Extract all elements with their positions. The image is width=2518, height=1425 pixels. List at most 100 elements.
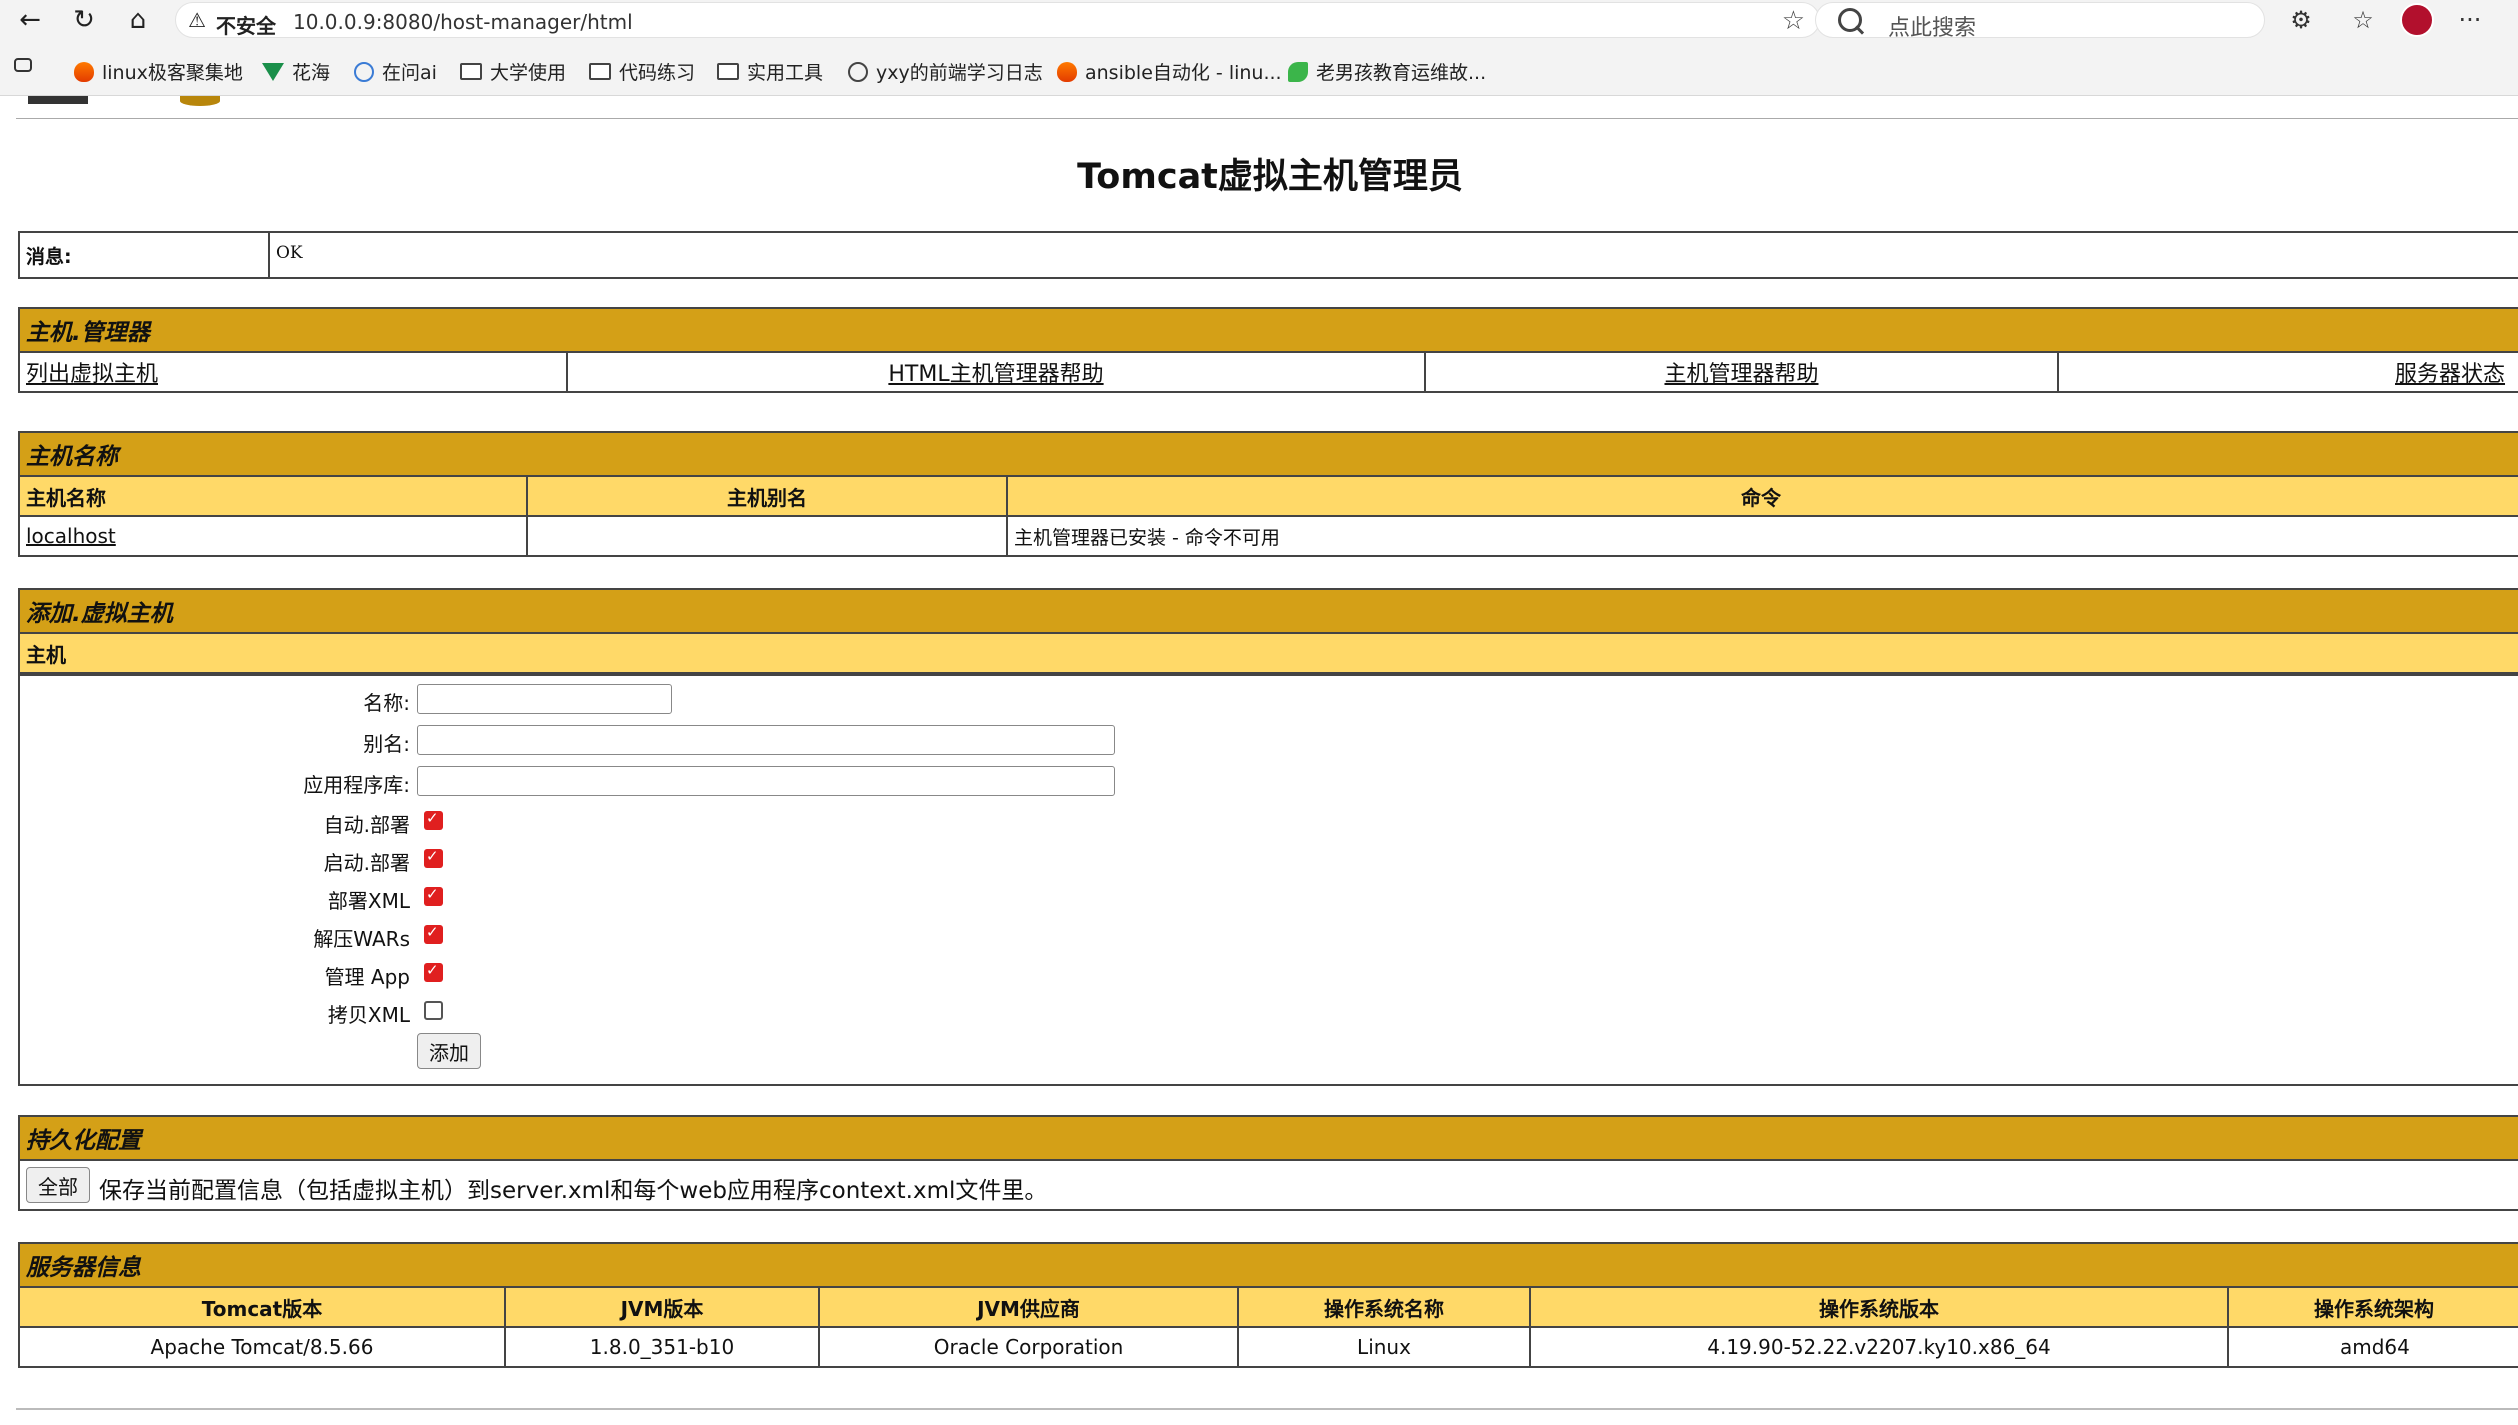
html-help-link[interactable]: HTML主机管理器帮助 xyxy=(888,362,1103,387)
column-header: Tomcat版本 xyxy=(18,1286,506,1328)
manager-app-checkbox[interactable] xyxy=(424,961,443,982)
bookmark-label: ansible自动化 - linu... xyxy=(1085,62,1282,84)
bookmark-item[interactable]: 在问ai xyxy=(354,58,437,85)
host-list-table: 主机名称 主机名称 主机别名 命令 localhost 主机管理器已安装 - 命… xyxy=(18,431,2518,557)
url-text[interactable]: 10.0.0.9:8080/host-manager/html xyxy=(293,10,633,34)
page-title: Tomcat虚拟主机管理员 xyxy=(1077,157,1463,197)
divider xyxy=(16,118,2518,119)
persist-header: 持久化配置 xyxy=(18,1115,2518,1161)
folder-icon xyxy=(460,63,482,80)
bookmark-item[interactable]: 花海 xyxy=(262,58,330,85)
bookmark-label: 代码练习 xyxy=(619,62,696,84)
html-help-cell: HTML主机管理器帮助 xyxy=(566,351,1426,393)
host-manager-help-link[interactable]: 主机管理器帮助 xyxy=(1664,362,1818,387)
column-header: JVM供应商 xyxy=(818,1286,1239,1328)
reading-mode-icon[interactable] xyxy=(14,58,32,72)
address-bar[interactable]: ⚠ 不安全 10.0.0.9:8080/host-manager/html ☆ xyxy=(175,2,1820,38)
host-manager-table: 主机.管理器 列出虚拟主机 HTML主机管理器帮助 主机管理器帮助 服务器状态 xyxy=(18,307,2518,393)
unpack-wars-checkbox[interactable] xyxy=(424,923,443,944)
page-content: Tomcat虚拟主机管理员 消息: OK 主机.管理器 列出虚拟主机 HTML主… xyxy=(0,96,2518,1425)
fire-icon xyxy=(1057,61,1077,82)
server-status-link[interactable]: 服务器状态 xyxy=(2395,362,2505,387)
bookmark-item[interactable]: ansible自动化 - linu... xyxy=(1057,58,1282,85)
jvm-version-cell: 1.8.0_351-b10 xyxy=(504,1326,820,1368)
home-icon[interactable]: ⌂ xyxy=(120,2,156,38)
leaf-icon xyxy=(1288,61,1308,82)
extensions-icon[interactable]: ⚙ xyxy=(2283,2,2319,38)
bookmark-item[interactable]: 老男孩教育运维故... xyxy=(1288,58,1486,85)
checkbox-label: 拷贝XML xyxy=(327,1003,410,1027)
column-header: 主机名称 xyxy=(18,475,528,517)
tomcat-logo xyxy=(28,96,88,104)
column-header: 操作系统名称 xyxy=(1237,1286,1531,1328)
message-label: 消息: xyxy=(18,231,270,279)
checkbox-label: 启动.部署 xyxy=(323,851,410,875)
jvm-vendor-cell: Oracle Corporation xyxy=(818,1326,1239,1368)
bookmark-item[interactable]: 代码练习 xyxy=(589,58,695,85)
list-hosts-cell: 列出虚拟主机 xyxy=(18,351,568,393)
bookmark-label: linux极客聚集地 xyxy=(102,62,243,84)
more-menu-icon[interactable]: ··· xyxy=(2452,2,2488,38)
column-header: 命令 xyxy=(1006,475,2518,517)
add-host-header: 添加.虚拟主机 xyxy=(18,588,2518,634)
profile-avatar[interactable] xyxy=(2400,3,2434,37)
field-label: 应用程序库: xyxy=(303,773,410,797)
auto-deploy-checkbox[interactable] xyxy=(424,809,443,830)
deploy-xml-checkbox[interactable] xyxy=(424,885,443,906)
column-header: 主机别名 xyxy=(526,475,1008,517)
checkbox-label: 自动.部署 xyxy=(323,813,410,837)
bookmark-label: 实用工具 xyxy=(747,62,824,84)
vue-icon xyxy=(262,62,284,81)
add-button[interactable]: 添加 xyxy=(417,1033,481,1069)
checkbox-label: 管理 App xyxy=(324,965,410,989)
checkbox-label: 解压WARs xyxy=(313,927,410,951)
app-base-input[interactable] xyxy=(417,766,1115,796)
host-link[interactable]: localhost xyxy=(26,524,116,548)
os-version-cell: 4.19.90-52.22.v2207.ky10.x86_64 xyxy=(1529,1326,2229,1368)
favorites-icon[interactable]: ☆ xyxy=(2345,2,2381,38)
host-name-cell: localhost xyxy=(18,515,528,557)
reload-icon[interactable]: ↻ xyxy=(66,2,102,38)
message-table: 消息: OK xyxy=(18,231,2518,279)
server-info-header: 服务器信息 xyxy=(18,1242,2518,1288)
back-icon[interactable]: ← xyxy=(12,2,48,38)
persist-row: 全部 保存当前配置信息（包括虚拟主机）到server.xml和每个web应用程序… xyxy=(18,1159,2518,1211)
nav-bar: ← ↻ ⌂ ⚠ 不安全 10.0.0.9:8080/host-manager/h… xyxy=(0,0,2518,41)
bookmark-label: 在问ai xyxy=(382,62,437,84)
search-placeholder[interactable]: 点此搜索 xyxy=(1888,10,1976,42)
column-header: JVM版本 xyxy=(504,1286,820,1328)
field-label: 名称: xyxy=(363,691,410,715)
os-name-cell: Linux xyxy=(1237,1326,1531,1368)
column-header: 操作系统架构 xyxy=(2227,1286,2518,1328)
list-hosts-link[interactable]: 列出虚拟主机 xyxy=(26,362,158,387)
bookmark-item[interactable]: linux极客聚集地 xyxy=(74,58,243,85)
bookmark-label: yxy的前端学习日志 xyxy=(876,62,1043,84)
bookmark-item[interactable]: 大学使用 xyxy=(460,58,566,85)
divider xyxy=(16,1408,2518,1410)
bookmarks-bar: linux极客聚集地 花海 在问ai 大学使用 代码练习 实用工具 yxy的前端… xyxy=(0,52,2518,88)
copy-xml-checkbox[interactable] xyxy=(424,1001,443,1020)
bookmark-item[interactable]: 实用工具 xyxy=(717,58,823,85)
host-command-cell: 主机管理器已安装 - 命令不可用 xyxy=(1006,515,2518,557)
host-list-header: 主机名称 xyxy=(18,431,2518,477)
bookmark-item[interactable]: yxy的前端学习日志 xyxy=(848,58,1043,85)
fire-icon xyxy=(74,61,94,82)
ai-icon xyxy=(354,61,374,82)
alias-input[interactable] xyxy=(417,725,1115,755)
add-host-form: 名称: 别名: 应用程序库: 自动.部署 启动.部署 部署XML 解压WARs … xyxy=(18,674,2518,1086)
name-input[interactable] xyxy=(417,684,672,714)
host-manager-header: 主机.管理器 xyxy=(18,307,2518,353)
browser-chrome: ← ↻ ⌂ ⚠ 不安全 10.0.0.9:8080/host-manager/h… xyxy=(0,0,2518,96)
os-arch-cell: amd64 xyxy=(2227,1326,2518,1368)
warning-icon[interactable]: ⚠ xyxy=(188,8,206,32)
deploy-on-startup-checkbox[interactable] xyxy=(424,847,443,868)
column-header: 操作系统版本 xyxy=(1529,1286,2229,1328)
search-box[interactable]: 点此搜索 xyxy=(1815,2,2265,41)
persist-description: 保存当前配置信息（包括虚拟主机）到server.xml和每个web应用程序con… xyxy=(99,1178,1048,1204)
host-alias-cell xyxy=(526,515,1008,557)
security-label[interactable]: 不安全 xyxy=(216,10,276,39)
search-icon xyxy=(1838,8,1862,32)
favorite-star-icon[interactable]: ☆ xyxy=(1782,6,1805,36)
save-all-button[interactable]: 全部 xyxy=(26,1167,90,1203)
add-host-table: 添加.虚拟主机 主机 xyxy=(18,588,2518,674)
